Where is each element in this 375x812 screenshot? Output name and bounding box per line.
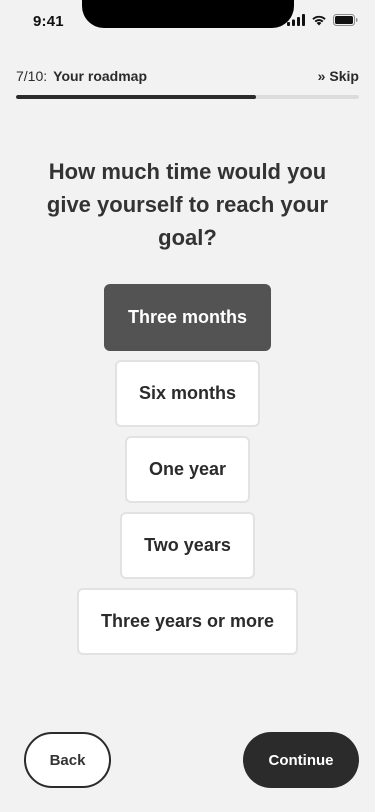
skip-label: Skip bbox=[329, 68, 359, 84]
double-chevron-right-icon: » bbox=[317, 68, 326, 84]
cellular-signal-icon bbox=[287, 13, 305, 31]
device-notch bbox=[82, 0, 294, 28]
option-two-years[interactable]: Two years bbox=[120, 512, 255, 579]
status-time: 9:41 bbox=[33, 13, 64, 30]
battery-icon bbox=[333, 13, 358, 31]
status-icons bbox=[287, 13, 358, 31]
option-list: Three months Six months One year Two yea… bbox=[0, 284, 375, 655]
back-button[interactable]: Back bbox=[24, 732, 111, 788]
skip-button[interactable]: » Skip bbox=[318, 68, 359, 84]
status-bar: 9:41 bbox=[0, 0, 375, 44]
wifi-icon bbox=[311, 13, 327, 31]
progress-bar bbox=[16, 95, 359, 99]
step-header: 7/10: Your roadmap » Skip bbox=[16, 66, 359, 86]
step-info: 7/10: Your roadmap bbox=[16, 68, 147, 84]
option-one-year[interactable]: One year bbox=[124, 436, 251, 503]
option-three-years-or-more[interactable]: Three years or more bbox=[76, 588, 299, 655]
step-counter: 7/10: bbox=[16, 68, 48, 84]
progress-bar-fill bbox=[16, 95, 257, 99]
option-three-months[interactable]: Three months bbox=[103, 284, 271, 351]
step-title: Your roadmap bbox=[53, 68, 148, 84]
continue-button[interactable]: Continue bbox=[243, 732, 359, 788]
question-title: How much time would you give yourself to… bbox=[46, 159, 329, 250]
onboarding-screen: 9:41 7/10: Your roadmap » Skip How much … bbox=[0, 0, 375, 812]
option-six-months[interactable]: Six months bbox=[114, 360, 260, 427]
